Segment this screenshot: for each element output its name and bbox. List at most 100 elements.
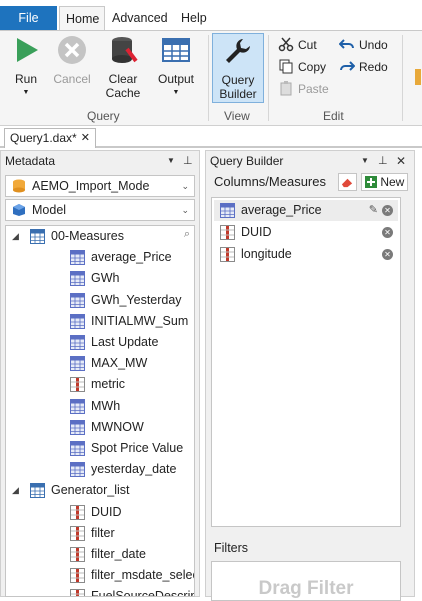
redo-button[interactable]: Redo [339, 57, 388, 77]
scissors-icon [278, 37, 294, 52]
tree-item-label: Last Update [91, 335, 159, 349]
measure-icon [70, 441, 85, 456]
tab-file[interactable]: File [0, 6, 57, 30]
measure-icon [70, 462, 85, 478]
measure-icon [70, 356, 85, 372]
tab-advanced[interactable]: Advanced [106, 6, 174, 30]
group-label-view: View [224, 109, 250, 123]
metadata-header: Metadata ▼ ⊥ [1, 151, 199, 171]
query-column-row[interactable]: longitude ✕ [214, 244, 398, 265]
new-button[interactable]: New [361, 173, 408, 191]
model-dropdown-value: AEMO_Import_Mode [32, 179, 150, 193]
run-dropdown-arrow[interactable]: ▼ [8, 86, 44, 100]
query-builder-title: Query Builder [210, 154, 284, 168]
ribbon-overflow-icon[interactable] [415, 69, 421, 85]
pin-icon[interactable]: ⊥ [378, 151, 388, 171]
query-builder-button[interactable]: Query Builder [212, 33, 264, 103]
table-grid-icon [162, 38, 190, 62]
tree-item[interactable]: metric [6, 374, 192, 395]
tree-item[interactable]: GWh [6, 268, 192, 289]
edit-icon[interactable]: ✎ [369, 200, 378, 221]
output-button[interactable]: Output ▼ [153, 35, 199, 100]
tree-item-label: DUID [91, 504, 122, 519]
tree-item[interactable]: GWh_Yesterday [6, 290, 192, 311]
measure-icon [70, 250, 85, 266]
tree-item-label: filter [91, 525, 115, 540]
chevron-down-icon: ⌄ [181, 205, 189, 215]
tree-item-label: average_Price [91, 250, 172, 265]
copy-button[interactable]: Copy [278, 57, 326, 77]
tree-item[interactable]: MWh [6, 396, 192, 417]
collapse-icon[interactable]: ◢ [12, 226, 19, 247]
undo-button[interactable]: Undo [339, 35, 388, 55]
filters-drop-area[interactable]: Drag Filter [211, 561, 401, 601]
tree-item-label: MWNOW [91, 419, 144, 434]
remove-column-icon[interactable]: ✕ [382, 249, 393, 260]
tree-item[interactable]: Spot Price Value [6, 438, 192, 459]
columns-list[interactable]: average_Price ✎ ✕ DUID ✕ longitude ✕ [211, 197, 401, 527]
cancel-icon [58, 36, 86, 64]
measure-icon [70, 313, 85, 329]
tree-item[interactable]: yesterday_date [6, 459, 192, 480]
query-builder-label-1: Query [221, 73, 255, 87]
cut-button[interactable]: Cut [278, 35, 317, 55]
clear-columns-button[interactable] [338, 173, 357, 191]
clear-cache-button[interactable]: Clear Cache [100, 35, 146, 100]
panel-menu-icon[interactable]: ▼ [167, 151, 175, 171]
query-column-row[interactable]: DUID ✕ [214, 222, 398, 243]
perspective-dropdown[interactable]: Model ⌄ [5, 199, 195, 221]
ribbon-divider [268, 35, 269, 121]
measure-icon [70, 271, 85, 287]
clear-cache-label-1: Clear [108, 72, 138, 86]
query-column-label: average_Price [241, 203, 322, 217]
tree-item-label: yesterday_date [91, 462, 177, 477]
tree-item-label: MWh [91, 398, 121, 413]
output-dropdown-arrow[interactable]: ▼ [153, 86, 199, 100]
measure-icon [70, 292, 85, 308]
panel-menu-icon[interactable]: ▼ [361, 151, 369, 171]
model-dropdown[interactable]: AEMO_Import_Mode ⌄ [5, 175, 195, 197]
tree-item[interactable]: filter_date [6, 544, 192, 565]
metadata-tree: ⌕ ◢ 00-Measures average_Price GWh GWh_Yester… [5, 225, 195, 597]
tree-table-node[interactable]: ◢ 00-Measures [6, 226, 192, 247]
tree-item-label: 00-Measures [51, 229, 124, 243]
perspective-dropdown-value: Model [32, 203, 67, 217]
output-label: Output [157, 72, 195, 86]
query-column-label: longitude [241, 247, 292, 261]
measure-icon [70, 398, 85, 414]
query-builder-label-2: Builder [219, 87, 257, 101]
document-tab[interactable]: Query1.dax* ✕ [4, 128, 96, 148]
query-column-label: DUID [241, 225, 272, 239]
cancel-button[interactable]: Cancel [50, 35, 94, 86]
tree-item[interactable]: filter_msdate_selection [6, 565, 194, 586]
pin-icon[interactable]: ⊥ [183, 151, 193, 171]
query-column-row[interactable]: average_Price ✎ ✕ [214, 200, 398, 221]
tree-item-label: Spot Price Value [91, 441, 184, 455]
chevron-down-icon: ⌄ [181, 181, 189, 191]
tree-item[interactable]: INITIALMW_Sum [6, 311, 192, 332]
tree-item[interactable]: MWNOW [6, 417, 192, 438]
tree-item-label: Generator_list [51, 483, 130, 498]
undo-label: Undo [359, 38, 388, 52]
tree-item-label: GWh_Yesterday [91, 292, 182, 307]
tree-item[interactable]: DUID [6, 502, 192, 523]
metadata-title: Metadata [5, 154, 56, 168]
tree-item[interactable]: average_Price [6, 247, 192, 268]
run-button[interactable]: Run ▼ [8, 35, 44, 100]
tree-item[interactable]: MAX_MW [6, 353, 192, 374]
tab-home[interactable]: Home [59, 6, 105, 30]
wrench-icon [226, 39, 250, 63]
collapse-icon[interactable]: ◢ [12, 480, 19, 501]
remove-column-icon[interactable]: ✕ [382, 205, 393, 216]
tab-help[interactable]: Help [175, 6, 213, 30]
undo-icon [339, 39, 354, 49]
tree-item[interactable]: FuelSourceDescriptor [6, 586, 194, 596]
tree-table-node[interactable]: ◢ Generator_list [6, 480, 192, 501]
tree-item[interactable]: filter [6, 523, 192, 544]
column-icon [70, 547, 85, 562]
close-icon[interactable]: ✕ [396, 151, 406, 171]
remove-column-icon[interactable]: ✕ [382, 227, 393, 238]
tree-item[interactable]: Last Update [6, 332, 192, 353]
close-tab-icon[interactable]: ✕ [81, 129, 90, 148]
paste-button[interactable]: Paste [278, 79, 329, 99]
